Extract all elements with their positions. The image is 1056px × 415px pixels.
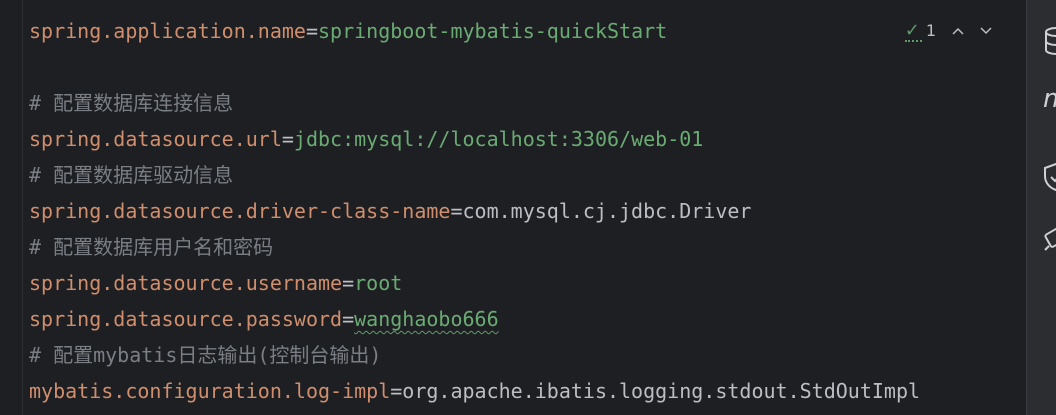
code-line[interactable]: spring.datasource.url=jdbc:mysql://local… [29, 121, 920, 157]
comment-text: # 配置mybatis日志输出(控制台输出) [29, 343, 382, 367]
code-line[interactable]: spring.datasource.username=root [29, 265, 920, 301]
comment-text: # 配置数据库驱动信息 [29, 163, 234, 187]
equals-sign: = [390, 379, 403, 403]
property-key: spring.datasource.driver-class-name [29, 199, 451, 223]
code-line[interactable]: spring.datasource.password=wanghaobo666 [29, 301, 920, 337]
code-line[interactable]: # 配置数据库驱动信息 [29, 157, 920, 193]
property-value: springboot-mybatis-quickStart [318, 19, 668, 43]
code-editor[interactable]: spring.application.name=springboot-mybat… [23, 0, 1026, 415]
database-icon[interactable] [1043, 26, 1056, 55]
property-key: spring.datasource.password [29, 307, 343, 331]
code-line[interactable] [29, 49, 920, 85]
property-key: spring.datasource.username [29, 271, 343, 295]
right-tool-strip: m [1026, 0, 1056, 415]
property-key: mybatis.configuration.log-impl [29, 379, 391, 403]
comment-text: # 配置数据库连接信息 [29, 91, 234, 115]
equals-sign: = [342, 307, 355, 331]
equals-sign: = [450, 199, 463, 223]
vertical-scrollbar[interactable] [1018, 0, 1026, 415]
maven-icon[interactable]: m [1043, 86, 1056, 112]
property-key: spring.datasource.url [29, 127, 282, 151]
equals-sign: = [342, 271, 355, 295]
equals-sign: = [281, 127, 294, 151]
code-line[interactable]: mybatis.configuration.log-impl=org.apach… [29, 373, 920, 409]
property-key: spring.application.name [29, 19, 306, 43]
comment-text: # 配置数据库用户名和密码 [29, 235, 274, 259]
code-line[interactable]: # 配置mybatis日志输出(控制台输出) [29, 337, 920, 373]
code-line[interactable]: spring.application.name=springboot-mybat… [29, 13, 920, 49]
property-value: wanghaobo666 [354, 307, 499, 331]
equals-sign: = [305, 19, 318, 43]
check-icon[interactable]: ✓ [904, 20, 922, 42]
property-value: org.apache.ibatis.logging.stdout.StdOutI… [402, 379, 921, 403]
chevron-down-icon[interactable] [980, 23, 992, 39]
line-gutter[interactable] [0, 0, 23, 415]
plugin-icon[interactable] [1043, 222, 1056, 251]
chevron-up-icon[interactable] [952, 23, 964, 39]
editor-lines: spring.application.name=springboot-mybat… [29, 13, 920, 409]
property-value: root [354, 271, 403, 295]
code-line[interactable]: # 配置数据库用户名和密码 [29, 229, 920, 265]
inspection-count: 1 [925, 21, 936, 40]
ide-window: spring.application.name=springboot-mybat… [0, 0, 1056, 415]
inspection-widget[interactable]: ✓ 1 [904, 20, 992, 42]
code-line[interactable]: # 配置数据库连接信息 [29, 85, 920, 121]
property-value: jdbc:mysql://localhost:3306/web-01 [293, 127, 704, 151]
property-value: com.mysql.cj.jdbc.Driver [462, 199, 752, 223]
code-line[interactable]: spring.datasource.driver-class-name=com.… [29, 193, 920, 229]
shield-icon[interactable] [1043, 162, 1056, 192]
